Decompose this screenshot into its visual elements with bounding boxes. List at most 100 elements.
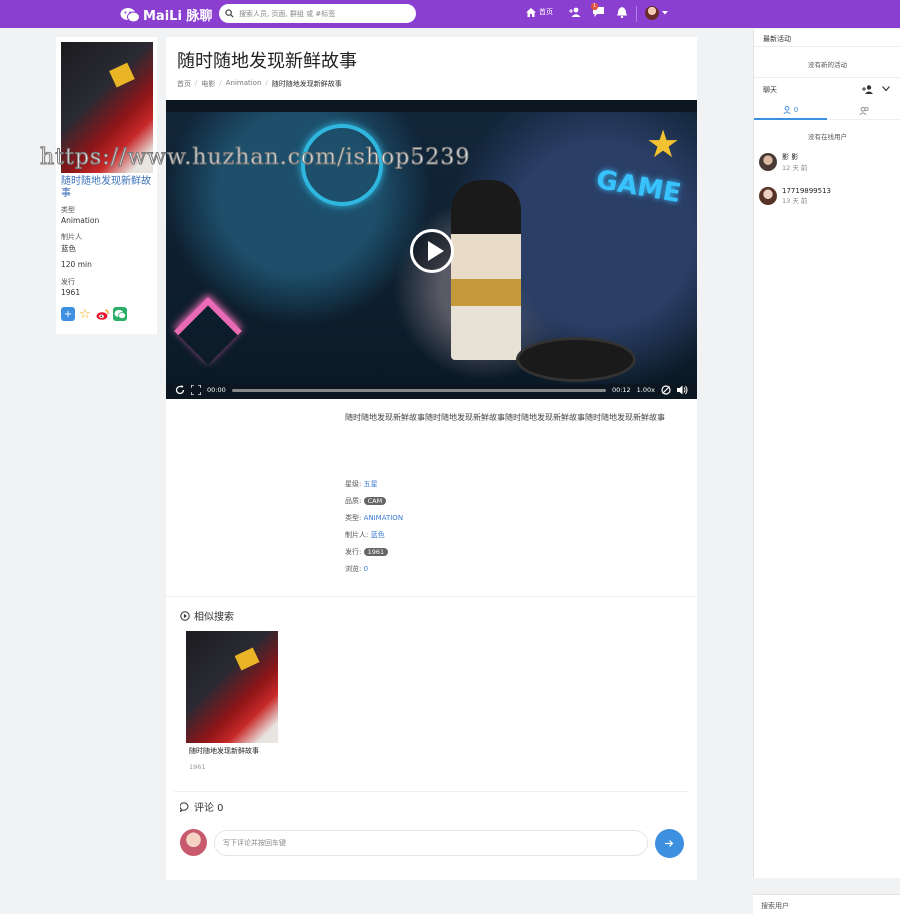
- tire-decoration: [516, 337, 636, 382]
- chat-user[interactable]: 17719899513 13 天 前: [759, 187, 831, 205]
- arrow-right-icon: [665, 840, 674, 847]
- meta-type-label: 类型:: [345, 514, 362, 522]
- home-icon: [526, 7, 536, 17]
- chat-tabs: 0: [754, 102, 900, 120]
- producer-label: 制片人: [61, 233, 82, 241]
- type-value: Animation: [61, 216, 100, 225]
- chevron-down-icon[interactable]: [882, 86, 890, 92]
- star-share-icon[interactable]: ☆: [78, 307, 92, 322]
- user-menu[interactable]: [645, 6, 668, 20]
- meta-rating-link[interactable]: 五星: [364, 480, 378, 488]
- nav-home-label: 首页: [539, 8, 553, 16]
- meta-rating: 星级: 五星: [345, 479, 378, 489]
- related-item-title[interactable]: 随时随地发现新鲜故事: [189, 746, 259, 756]
- breadcrumb-separator: /: [219, 79, 222, 87]
- fullscreen-icon[interactable]: [191, 385, 201, 395]
- meta-rating-label: 星级:: [345, 480, 362, 488]
- search-users-bar[interactable]: 搜索用户: [753, 894, 900, 914]
- producer-value: 蓝色: [61, 244, 76, 253]
- add-user-icon[interactable]: [862, 85, 874, 94]
- comments-title: 评论 0: [194, 803, 224, 814]
- plus-share-icon[interactable]: +: [61, 307, 75, 321]
- breadcrumb-separator: /: [265, 79, 268, 87]
- type-label: 类型: [61, 206, 75, 214]
- meta-producer: 制片人: 蓝色: [345, 530, 385, 540]
- meta-quality: 品质: CAM: [345, 496, 387, 506]
- avatar: [759, 187, 777, 205]
- meta-views: 浏览: 0: [345, 564, 368, 574]
- online-count: 0: [793, 106, 799, 114]
- comment-input[interactable]: [214, 830, 648, 856]
- play-button[interactable]: [410, 229, 454, 273]
- release-badge[interactable]: 1961: [363, 548, 389, 556]
- breadcrumb-current: 随时随地发现新鲜故事: [271, 80, 342, 88]
- star-decoration: ★: [646, 122, 681, 166]
- movie-title-link[interactable]: 随时随地发现新鲜故事: [61, 176, 155, 200]
- volume-icon[interactable]: [677, 385, 688, 395]
- meta-type-link[interactable]: ANIMATION: [364, 514, 403, 522]
- notifications-button[interactable]: [617, 7, 627, 18]
- meta-type: 类型: ANIMATION: [345, 513, 403, 523]
- replay-icon[interactable]: [175, 385, 185, 395]
- user-icon: [783, 106, 791, 114]
- avatar: [759, 153, 777, 171]
- comment-icon: [180, 801, 189, 812]
- current-time: 00:00: [207, 386, 226, 394]
- user-name: 17719899513: [782, 187, 831, 195]
- breadcrumb-genre[interactable]: Animation: [226, 79, 262, 89]
- breadcrumb-separator: /: [195, 79, 198, 87]
- wechat-icon[interactable]: [113, 307, 127, 321]
- send-comment-button[interactable]: [655, 829, 684, 858]
- meta-views-count: 0: [363, 565, 369, 573]
- playback-speed[interactable]: 1.00x: [637, 386, 655, 394]
- nav-divider: [636, 6, 637, 22]
- section-divider: [166, 596, 697, 597]
- user-name: 影 影: [782, 153, 799, 161]
- comments-header-box: [174, 791, 689, 818]
- bell-icon: [617, 7, 627, 18]
- friend-request-button[interactable]: [569, 7, 581, 17]
- tab-online-users[interactable]: 0: [754, 102, 827, 120]
- tab-groups[interactable]: [827, 102, 900, 120]
- meta-views-label: 浏览:: [345, 565, 362, 573]
- breadcrumb-movies[interactable]: 电影: [201, 79, 215, 89]
- neon-circle-decoration: [301, 124, 383, 206]
- video-figure: [451, 180, 521, 360]
- chat-user[interactable]: 影 影 12 天 前: [759, 152, 807, 172]
- user-last-seen: 12 天 前: [782, 164, 808, 172]
- weibo-icon[interactable]: [95, 307, 109, 321]
- related-title: 相似搜索: [194, 612, 234, 623]
- breadcrumb: 首页 / 电影 / Animation / 随时随地发现新鲜故事: [177, 79, 342, 89]
- meta-producer-link[interactable]: 蓝色: [371, 531, 385, 539]
- brand-name: MaiLi 脉聊: [143, 9, 213, 24]
- movie-info-card: 随时随地发现新鲜故事 类型 Animation 制片人 蓝色 120 min 发…: [56, 37, 157, 334]
- breadcrumb-home[interactable]: 首页: [177, 79, 191, 89]
- commenter-avatar: [180, 829, 207, 856]
- movie-poster[interactable]: [61, 42, 153, 173]
- main-content: 随时随地发现新鲜故事 首页 / 电影 / Animation / 随时随地发现新…: [166, 37, 697, 880]
- divider: [754, 77, 900, 78]
- search-icon: [225, 9, 234, 18]
- search-input[interactable]: [239, 9, 409, 18]
- related-poster[interactable]: [186, 631, 278, 743]
- page-title: 随时随地发现新鲜故事: [177, 51, 357, 72]
- add-user-icon: [569, 7, 581, 17]
- progress-bar[interactable]: [231, 388, 606, 392]
- quality-badge[interactable]: CAM: [363, 497, 387, 505]
- chevron-down-icon: [662, 11, 668, 15]
- search-box[interactable]: [219, 4, 416, 23]
- divider: [754, 46, 900, 47]
- video-player[interactable]: ★ GAME 00:00 00:12 1.00x: [166, 100, 697, 399]
- play-circle-icon: [180, 610, 190, 621]
- meta-release-label: 发行:: [345, 548, 362, 556]
- meta-release: 发行: 1961: [345, 547, 389, 557]
- related-header: 相似搜索: [180, 608, 234, 623]
- brand-logo[interactable]: MaiLi 脉聊: [120, 5, 212, 24]
- top-navbar: MaiLi 脉聊 首页 1: [0, 0, 900, 28]
- subtitle-off-icon[interactable]: [661, 385, 671, 395]
- nav-home[interactable]: 首页: [526, 7, 553, 17]
- meta-producer-label: 制片人:: [345, 531, 369, 539]
- wechat-logo-icon: [120, 7, 140, 22]
- activity-title: 最新活动: [763, 35, 791, 43]
- messages-badge: 1: [591, 3, 599, 10]
